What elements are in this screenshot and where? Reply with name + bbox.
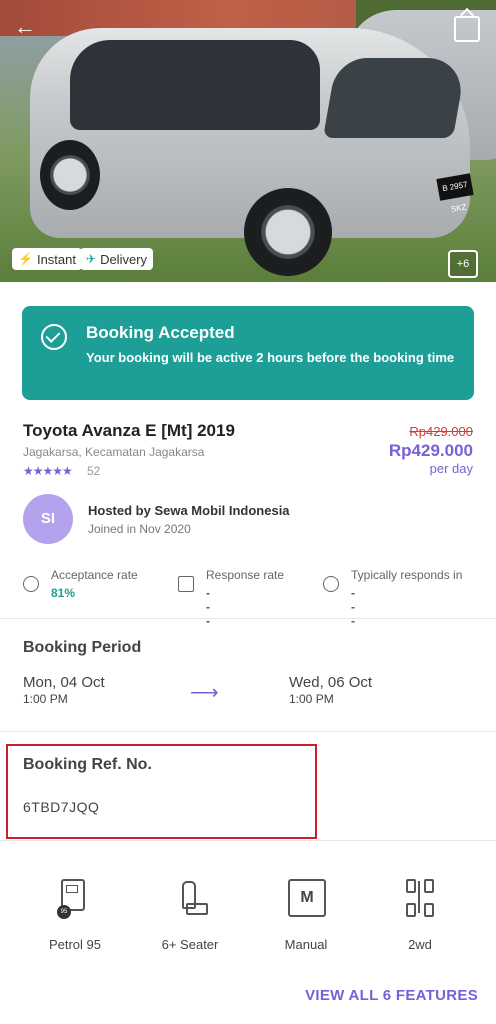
- manual-transmission-icon: M: [284, 875, 328, 919]
- feature-label: 2wd: [408, 937, 432, 952]
- manual-icon-letter: M: [288, 879, 326, 917]
- feature-label: Petrol 95: [48, 937, 102, 952]
- wheel-shape: [424, 903, 434, 917]
- car-window: [70, 40, 320, 130]
- banner-message: Your booking will be active 2 hours befo…: [86, 350, 455, 365]
- wheel-shape: [406, 903, 416, 917]
- stat-value: 81%: [51, 586, 76, 600]
- seat-base: [186, 903, 208, 915]
- stat-label: Acceptance rate: [51, 568, 138, 582]
- rating-count: 52: [87, 464, 101, 478]
- more-photos-button[interactable]: +6: [448, 250, 478, 278]
- divider: [0, 731, 496, 732]
- instant-tag: ⚡ Instant: [12, 248, 82, 270]
- host-avatar[interactable]: SI: [23, 494, 73, 544]
- arrow-right-icon: ⟶: [190, 682, 219, 704]
- wheel-shape: [424, 879, 434, 893]
- end-date: Wed, 06 Oct: [289, 674, 373, 691]
- start-date: Mon, 04 Oct: [23, 674, 105, 691]
- seat-icon: [168, 875, 212, 919]
- current-price: Rp429.000: [388, 441, 473, 460]
- car-location: Jagakarsa, Kecamatan Jagakarsa: [23, 445, 205, 459]
- stat-label: Typically responds in: [351, 568, 463, 582]
- feature-drivetrain: 2wd: [370, 875, 470, 952]
- original-price: Rp429.000: [409, 424, 473, 439]
- feature-label: Manual: [284, 937, 328, 952]
- chat-icon: [178, 576, 194, 592]
- axle-shape: [418, 881, 420, 913]
- front-wheel: [244, 188, 332, 276]
- divider: [0, 618, 496, 619]
- rear-wheel: [40, 140, 100, 210]
- back-arrow-icon[interactable]: ←: [14, 14, 36, 40]
- delivery-tag: ✈ Delivery: [80, 248, 154, 270]
- fuel-pump-icon: 95: [53, 875, 97, 919]
- stat-label: Response rate: [206, 568, 285, 582]
- drivetrain-icon: [398, 875, 442, 919]
- delivery-tag-label: Delivery: [100, 251, 148, 267]
- feature-transmission: M Manual: [256, 875, 356, 952]
- booking-accepted-banner: Booking Accepted Your booking will be ac…: [22, 306, 474, 400]
- view-all-features-link[interactable]: VIEW ALL 6 FEATURES: [305, 987, 478, 1004]
- divider: [0, 840, 496, 841]
- start-time: 1:00 PM: [23, 692, 68, 706]
- check-circle-icon: [23, 576, 39, 592]
- clock-icon: [323, 576, 339, 592]
- feature-seater: 6+ Seater: [140, 875, 240, 952]
- wheel-shape: [406, 879, 416, 893]
- end-time: 1:00 PM: [289, 692, 334, 706]
- host-name: Hosted by Sewa Mobil Indonesia: [88, 503, 290, 518]
- banner-title: Booking Accepted: [86, 323, 235, 342]
- lightning-icon: ⚡: [18, 252, 33, 266]
- stat-value: ---: [351, 586, 355, 628]
- delivery-icon: ✈: [86, 252, 97, 266]
- booking-period-title: Booking Period: [23, 639, 142, 656]
- rating-stars: ★★★★★: [23, 464, 73, 478]
- fuel-grade-badge: 95: [57, 905, 71, 919]
- car-windshield: [322, 58, 468, 138]
- stat-value: ---: [206, 586, 210, 628]
- check-circle-icon: [41, 324, 67, 350]
- instant-tag-label: Instant: [36, 251, 76, 267]
- booking-ref-value[interactable]: 6TBD7JQQ: [23, 799, 99, 815]
- host-joined: Joined in Nov 2020: [88, 522, 191, 536]
- booking-ref-title: Booking Ref. No.: [23, 756, 152, 773]
- feature-label: 6+ Seater: [161, 937, 219, 952]
- car-name: Toyota Avanza E [Mt] 2019: [23, 421, 235, 440]
- car-photo[interactable]: B 2957 SKZ ← ⚡ Instant ✈ Delivery +6: [0, 0, 496, 282]
- price-unit: per day: [429, 461, 473, 476]
- feature-petrol: 95 Petrol 95: [25, 875, 125, 952]
- share-icon[interactable]: [454, 16, 480, 42]
